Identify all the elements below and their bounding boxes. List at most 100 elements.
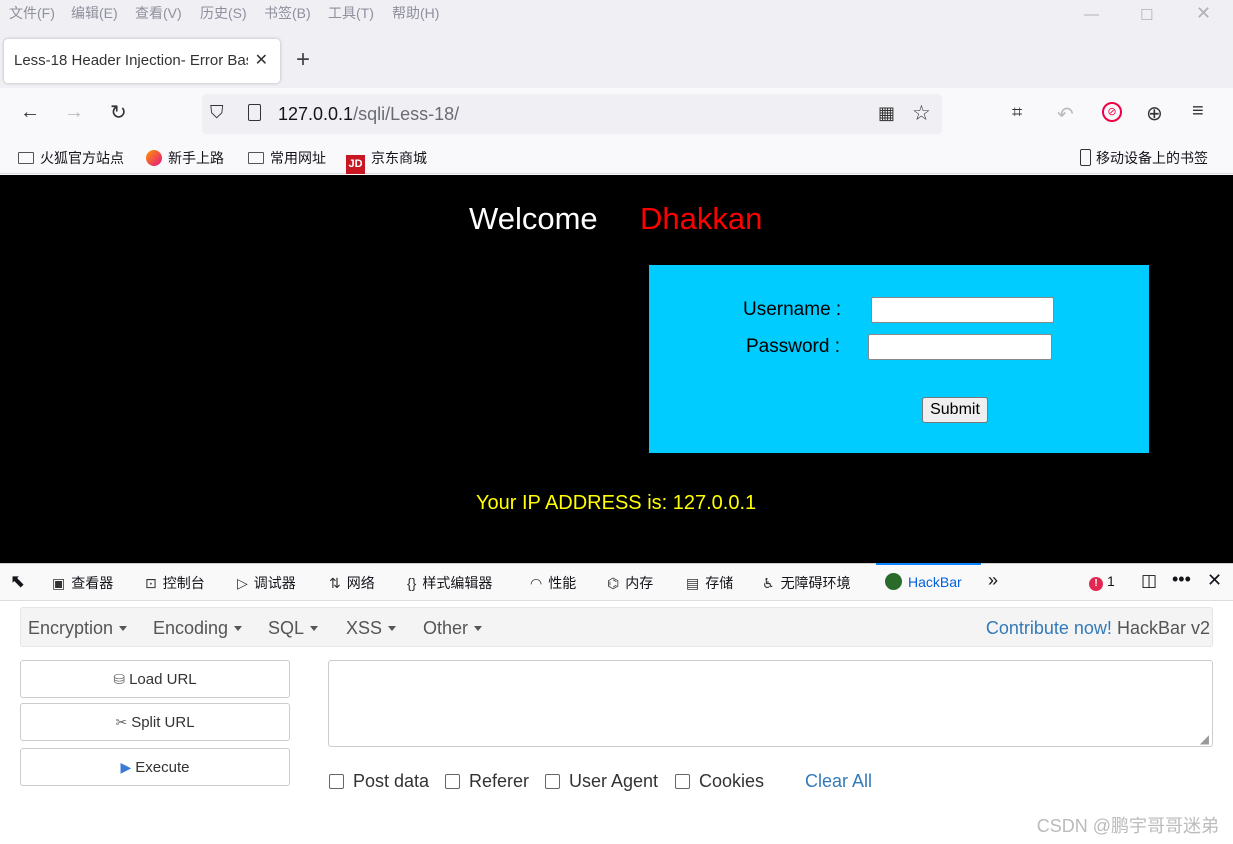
tab-hackbar[interactable]: HackBar (885, 573, 962, 590)
menu-xss[interactable]: XSS (346, 618, 397, 639)
tab-memory[interactable]: ⌬ 内存 (607, 573, 653, 593)
active-tab-indicator (876, 563, 981, 565)
menu-view[interactable]: 查看(V) (135, 3, 182, 23)
close-window-icon[interactable]: ✕ (1196, 3, 1211, 24)
resize-handle-icon[interactable]: ◢ (1200, 732, 1209, 746)
browser-tab[interactable]: Less-18 Header Injection- Error Based- s… (4, 39, 280, 83)
url-text[interactable]: 127.0.0.1/sqli/Less-18/ (278, 104, 459, 125)
menu-other[interactable]: Other (423, 618, 483, 639)
tab-title: Less-18 Header Injection- Error Based- s… (14, 52, 248, 69)
referer-checkbox[interactable]: Referer (445, 771, 529, 792)
braces-icon: {} (407, 575, 417, 591)
bookmark-jd[interactable]: JD 京东商城 (346, 148, 427, 174)
performance-icon: ◠ (530, 575, 543, 591)
menu-encoding[interactable]: Encoding (153, 618, 243, 639)
bookmarks-toolbar: 火狐官方站点 新手上路 常用网址 JD 京东商城 移动设备上的书签 (0, 140, 1233, 174)
console-icon: ⊡ (145, 575, 157, 591)
crop-icon[interactable]: ⌗ (1012, 102, 1022, 123)
undo-icon[interactable]: ↶ (1057, 102, 1074, 127)
network-icon: ⇅ (329, 575, 341, 591)
forward-icon[interactable]: → (64, 101, 84, 124)
bookmark-firefox-official[interactable]: 火狐官方站点 (18, 148, 124, 168)
split-url-button[interactable]: ✂ Split URL (20, 703, 290, 741)
url-textarea[interactable]: ◢ (328, 660, 1213, 747)
hackbar-icon (885, 573, 902, 590)
menu-tools[interactable]: 工具(T) (328, 3, 374, 23)
tab-storage[interactable]: ▤ 存储 (686, 573, 733, 593)
tab-style-editor[interactable]: {} 样式编辑器 (407, 573, 492, 593)
menu-sql[interactable]: SQL (268, 618, 319, 639)
watermark: CSDN @鹏宇哥哥迷弟 (1036, 816, 1219, 836)
close-tab-icon[interactable]: ✕ (255, 50, 268, 70)
tab-debugger[interactable]: ▷ 调试器 (237, 573, 296, 593)
close-devtools-icon[interactable]: ✕ (1207, 570, 1222, 591)
tab-console[interactable]: ⊡ 控制台 (145, 573, 205, 593)
bookmark-star-icon[interactable]: ☆ (912, 101, 931, 126)
bookmark-mobile[interactable]: 移动设备上的书签 (1080, 148, 1208, 168)
new-tab-icon[interactable]: + (296, 46, 310, 74)
load-url-button[interactable]: ⛁ Load URL (20, 660, 290, 698)
username-input[interactable] (871, 297, 1054, 323)
memory-icon: ⌬ (607, 575, 620, 591)
menu-hamburger-icon[interactable]: ≡ (1192, 100, 1204, 123)
menu-bookmarks[interactable]: 书签(B) (264, 3, 311, 23)
post-data-checkbox[interactable]: Post data (329, 771, 429, 792)
cookies-checkbox[interactable]: Cookies (675, 771, 764, 792)
tab-performance[interactable]: ◠ 性能 (530, 573, 576, 593)
tab-inspector[interactable]: ▣ 查看器 (52, 573, 113, 593)
more-options-icon[interactable]: ••• (1172, 569, 1191, 590)
contribute-link[interactable]: Contribute now! HackBar v2 (986, 618, 1210, 639)
scissors-icon: ✂ (115, 714, 128, 730)
reload-icon[interactable]: ↻ (110, 100, 127, 125)
dhakkan-text: Dhakkan (640, 201, 763, 236)
submit-button[interactable]: Submit (922, 397, 988, 423)
ip-address-text: Your IP ADDRESS is: 127.0.0.1 (476, 492, 757, 514)
navigation-bar: ← → ↻ ⛉ 127.0.0.1/sqli/Less-18/ ▦ ☆ ⌗ ↶ … (0, 88, 1233, 140)
folder-icon (248, 152, 264, 164)
tab-accessibility[interactable]: ♿ 无障碍环境 (762, 573, 851, 593)
mobile-icon (1080, 149, 1091, 166)
bookmark-getting-started[interactable]: 新手上路 (146, 148, 224, 168)
back-icon[interactable]: ← (20, 101, 40, 124)
menu-help[interactable]: 帮助(H) (392, 3, 439, 23)
debugger-icon: ▷ (237, 575, 248, 591)
storage-icon: ▤ (686, 575, 700, 591)
menu-history[interactable]: 历史(S) (200, 3, 247, 23)
hackbar-panel: Encryption Encoding SQL XSS Other Contri… (0, 601, 1233, 844)
play-icon: ▶ (120, 759, 132, 775)
element-picker-icon[interactable]: ⬉ (10, 571, 25, 592)
clear-all-link[interactable]: Clear All (805, 771, 872, 792)
minimize-icon[interactable]: — (1084, 6, 1099, 23)
block-addon-icon[interactable]: ⊘ (1102, 102, 1122, 122)
menu-edit[interactable]: 编辑(E) (71, 3, 118, 23)
shield-icon[interactable]: ⛉ (210, 102, 224, 123)
dock-icon[interactable]: ◫ (1141, 571, 1157, 591)
menu-file[interactable]: 文件(F) (9, 3, 55, 23)
qr-code-icon[interactable]: ▦ (878, 103, 895, 124)
password-input[interactable] (868, 334, 1052, 360)
accessibility-icon: ♿ (762, 575, 775, 591)
hackbar-menu: Encryption Encoding SQL XSS Other Contri… (20, 607, 1213, 647)
load-url-icon: ⛁ (113, 671, 126, 687)
login-form: Username : Password : Submit (649, 265, 1149, 453)
username-label: Username : (743, 299, 842, 320)
jd-icon: JD (346, 155, 365, 174)
more-tabs-icon[interactable]: » (988, 570, 998, 591)
menu-bar: 文件(F) 编辑(E) 查看(V) 历史(S) 书签(B) 工具(T) 帮助(H… (0, 0, 1233, 24)
welcome-text: Welcome (469, 201, 598, 236)
maximize-icon[interactable]: ☐ (1140, 6, 1153, 24)
tab-network[interactable]: ⇅ 网络 (329, 573, 375, 593)
password-label: Password : (746, 336, 840, 357)
user-agent-checkbox[interactable]: User Agent (545, 771, 658, 792)
menu-encryption[interactable]: Encryption (28, 618, 128, 639)
globe-icon[interactable]: ⊕ (1146, 101, 1163, 126)
tab-bar: Less-18 Header Injection- Error Based- s… (0, 24, 1233, 88)
firefox-icon (146, 150, 162, 166)
error-count[interactable]: ! 1 (1089, 573, 1115, 591)
bookmark-common-sites[interactable]: 常用网址 (248, 148, 326, 168)
inspector-icon: ▣ (52, 575, 66, 591)
execute-button[interactable]: ▶ Execute (20, 748, 290, 786)
address-bar[interactable]: ⛉ 127.0.0.1/sqli/Less-18/ ▦ ☆ (202, 94, 942, 134)
folder-icon (18, 152, 34, 164)
page-icon (248, 104, 261, 121)
